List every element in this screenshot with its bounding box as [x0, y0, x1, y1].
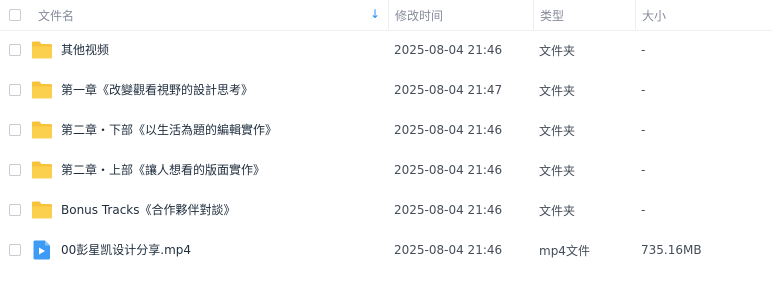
file-modified-time: 2025-08-04 21:46 [394, 43, 503, 57]
file-type: 文件夹 [539, 123, 576, 138]
row-checkbox[interactable] [9, 244, 21, 256]
file-row[interactable]: 第二章・上部《讓人想看的版面實作》 2025-08-04 21:46 文件夹 - [0, 150, 772, 190]
folder-icon [32, 121, 52, 139]
file-type: 文件夹 [539, 83, 576, 98]
file-row[interactable]: 第一章《改變觀看視野的設計思考》 2025-08-04 21:47 文件夹 - [0, 70, 772, 110]
folder-icon [32, 201, 52, 219]
file-type: mp4文件 [539, 243, 590, 258]
file-row[interactable]: 第二章・下部《以生活為題的編輯實作》 2025-08-04 21:46 文件夹 … [0, 110, 772, 150]
file-list-header: 文件名 ↓ 修改时间 类型 大小 [0, 0, 772, 31]
column-header-type[interactable]: 类型 [533, 0, 635, 30]
file-row[interactable]: 00彭星凯设计分享.mp4 2025-08-04 21:46 mp4文件 735… [0, 230, 772, 270]
row-checkbox[interactable] [9, 44, 21, 56]
file-modified-time: 2025-08-04 21:46 [394, 203, 503, 217]
file-modified-time: 2025-08-04 21:46 [394, 163, 503, 177]
file-size: 735.16MB [641, 243, 702, 257]
file-type: 文件夹 [539, 203, 576, 218]
column-header-name-label: 文件名 [38, 8, 75, 23]
row-checkbox[interactable] [9, 204, 21, 216]
file-name[interactable]: 第二章・下部《以生活為題的編輯實作》 [61, 110, 277, 150]
file-row[interactable]: Bonus Tracks《合作夥伴對談》 2025-08-04 21:46 文件… [0, 190, 772, 230]
file-modified-time: 2025-08-04 21:47 [394, 83, 503, 97]
file-size: - [641, 123, 646, 137]
column-header-size[interactable]: 大小 [635, 0, 772, 30]
file-name[interactable]: 第一章《改變觀看視野的設計思考》 [61, 70, 253, 110]
column-header-time[interactable]: 修改时间 [388, 0, 533, 30]
file-size: - [641, 43, 646, 57]
folder-icon [32, 161, 52, 179]
file-modified-time: 2025-08-04 21:46 [394, 123, 503, 137]
file-name[interactable]: 第二章・上部《讓人想看的版面實作》 [61, 150, 265, 190]
file-size: - [641, 203, 646, 217]
file-type: 文件夹 [539, 43, 576, 58]
file-size: - [641, 83, 646, 97]
folder-icon [32, 41, 52, 59]
file-row[interactable]: 其他视频 2025-08-04 21:46 文件夹 - [0, 30, 772, 70]
video-file-icon [33, 240, 50, 260]
file-list: 文件名 ↓ 修改时间 类型 大小 其他视频 2025-08-04 21:46 文… [0, 0, 772, 286]
file-name[interactable]: Bonus Tracks《合作夥伴對談》 [61, 190, 236, 230]
file-name[interactable]: 其他视频 [61, 30, 109, 70]
row-checkbox[interactable] [9, 124, 21, 136]
row-checkbox[interactable] [9, 84, 21, 96]
file-name[interactable]: 00彭星凯设计分享.mp4 [61, 230, 191, 270]
column-header-name[interactable]: 文件名 ↓ [0, 0, 388, 30]
file-modified-time: 2025-08-04 21:46 [394, 243, 503, 257]
row-checkbox[interactable] [9, 164, 21, 176]
file-type: 文件夹 [539, 163, 576, 178]
column-header-type-label: 类型 [540, 8, 565, 23]
column-header-time-label: 修改时间 [395, 8, 444, 23]
arrow-down-icon[interactable]: ↓ [370, 7, 380, 21]
folder-icon [32, 81, 52, 99]
column-header-size-label: 大小 [642, 8, 667, 23]
file-size: - [641, 163, 646, 177]
